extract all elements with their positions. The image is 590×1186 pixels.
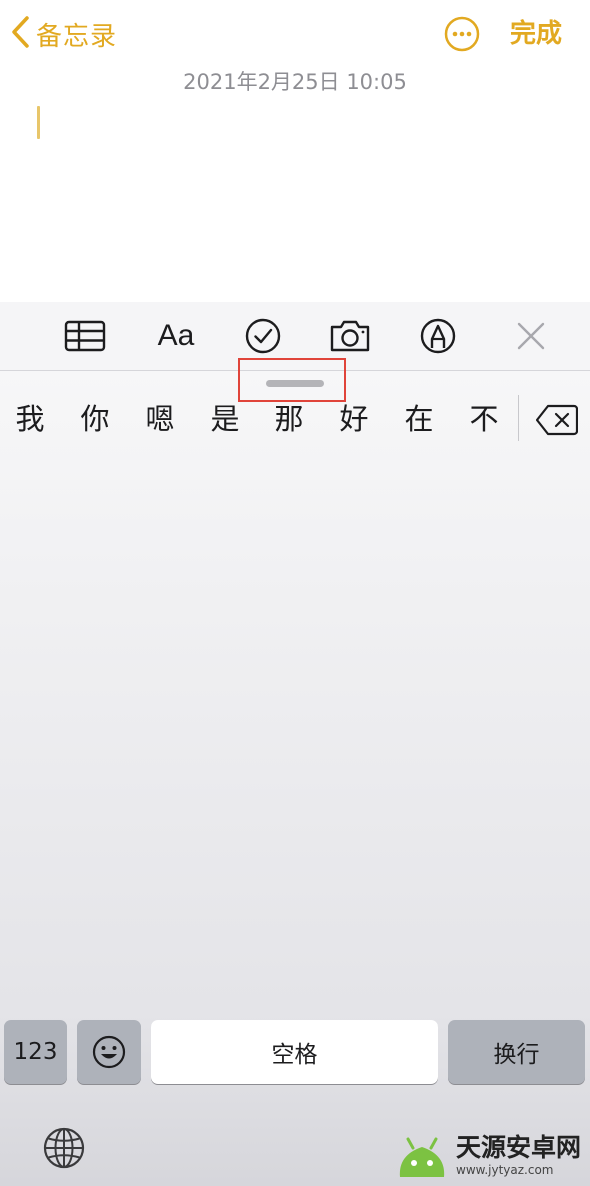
return-key[interactable]: 换行 bbox=[448, 1020, 585, 1084]
numbers-key-label: 123 bbox=[13, 1039, 58, 1065]
note-timestamp: 2021年2月25日 10:05 bbox=[183, 70, 407, 94]
emoji-key[interactable] bbox=[77, 1020, 141, 1084]
space-key-label: 空格 bbox=[271, 1042, 318, 1068]
close-toolbar-button[interactable] bbox=[509, 316, 553, 356]
text-format-label: Aa bbox=[157, 319, 195, 352]
back-label: 备忘录 bbox=[36, 21, 118, 52]
keyboard: 我 你 嗯 是 那 好 在 不 123 空格 换行 bbox=[0, 358, 590, 1186]
camera-icon bbox=[330, 320, 370, 352]
candidate-word[interactable]: 不 bbox=[459, 399, 509, 439]
space-key[interactable]: 空格 bbox=[151, 1020, 438, 1084]
markup-icon bbox=[420, 318, 456, 354]
candidate-word[interactable]: 好 bbox=[329, 399, 379, 439]
checklist-button[interactable] bbox=[241, 316, 285, 356]
numbers-key[interactable]: 123 bbox=[4, 1020, 67, 1084]
nav-bar: 备忘录 完成 bbox=[0, 0, 590, 70]
ellipsis-circle-icon bbox=[444, 16, 480, 52]
close-icon bbox=[517, 322, 545, 350]
candidate-word[interactable]: 是 bbox=[200, 399, 250, 439]
candidate-word[interactable]: 你 bbox=[70, 399, 120, 439]
android-logo-icon bbox=[399, 1137, 445, 1177]
watermark-logo: 天源安卓网 www.jytyaz.com bbox=[396, 1130, 586, 1182]
keyboard-drag-handle[interactable] bbox=[266, 380, 324, 387]
candidate-word[interactable]: 在 bbox=[394, 399, 444, 439]
table-icon bbox=[64, 320, 106, 352]
watermark-url: www.jytyaz.com bbox=[456, 1163, 554, 1177]
candidate-word[interactable]: 嗯 bbox=[135, 399, 185, 439]
more-options-button[interactable] bbox=[444, 16, 480, 52]
globe-key[interactable] bbox=[42, 1126, 86, 1170]
return-key-label: 换行 bbox=[493, 1042, 540, 1068]
watermark-title: 天源安卓网 bbox=[456, 1133, 582, 1162]
candidate-word[interactable]: 我 bbox=[5, 399, 55, 439]
delete-key[interactable] bbox=[535, 403, 579, 437]
markup-button[interactable] bbox=[416, 316, 460, 356]
candidate-divider bbox=[518, 395, 519, 441]
chevron-left-icon bbox=[10, 15, 30, 53]
candidate-word[interactable]: 那 bbox=[264, 399, 314, 439]
checklist-icon bbox=[245, 318, 281, 354]
done-button[interactable]: 完成 bbox=[510, 14, 562, 54]
back-button[interactable]: 备忘录 bbox=[10, 14, 117, 54]
table-button[interactable] bbox=[63, 316, 107, 356]
emoji-smile-icon bbox=[92, 1035, 126, 1069]
globe-icon bbox=[43, 1127, 85, 1169]
delete-backward-icon bbox=[535, 404, 579, 436]
text-caret[interactable] bbox=[37, 106, 40, 139]
text-format-button[interactable]: Aa bbox=[154, 316, 198, 356]
camera-button[interactable] bbox=[328, 316, 372, 356]
